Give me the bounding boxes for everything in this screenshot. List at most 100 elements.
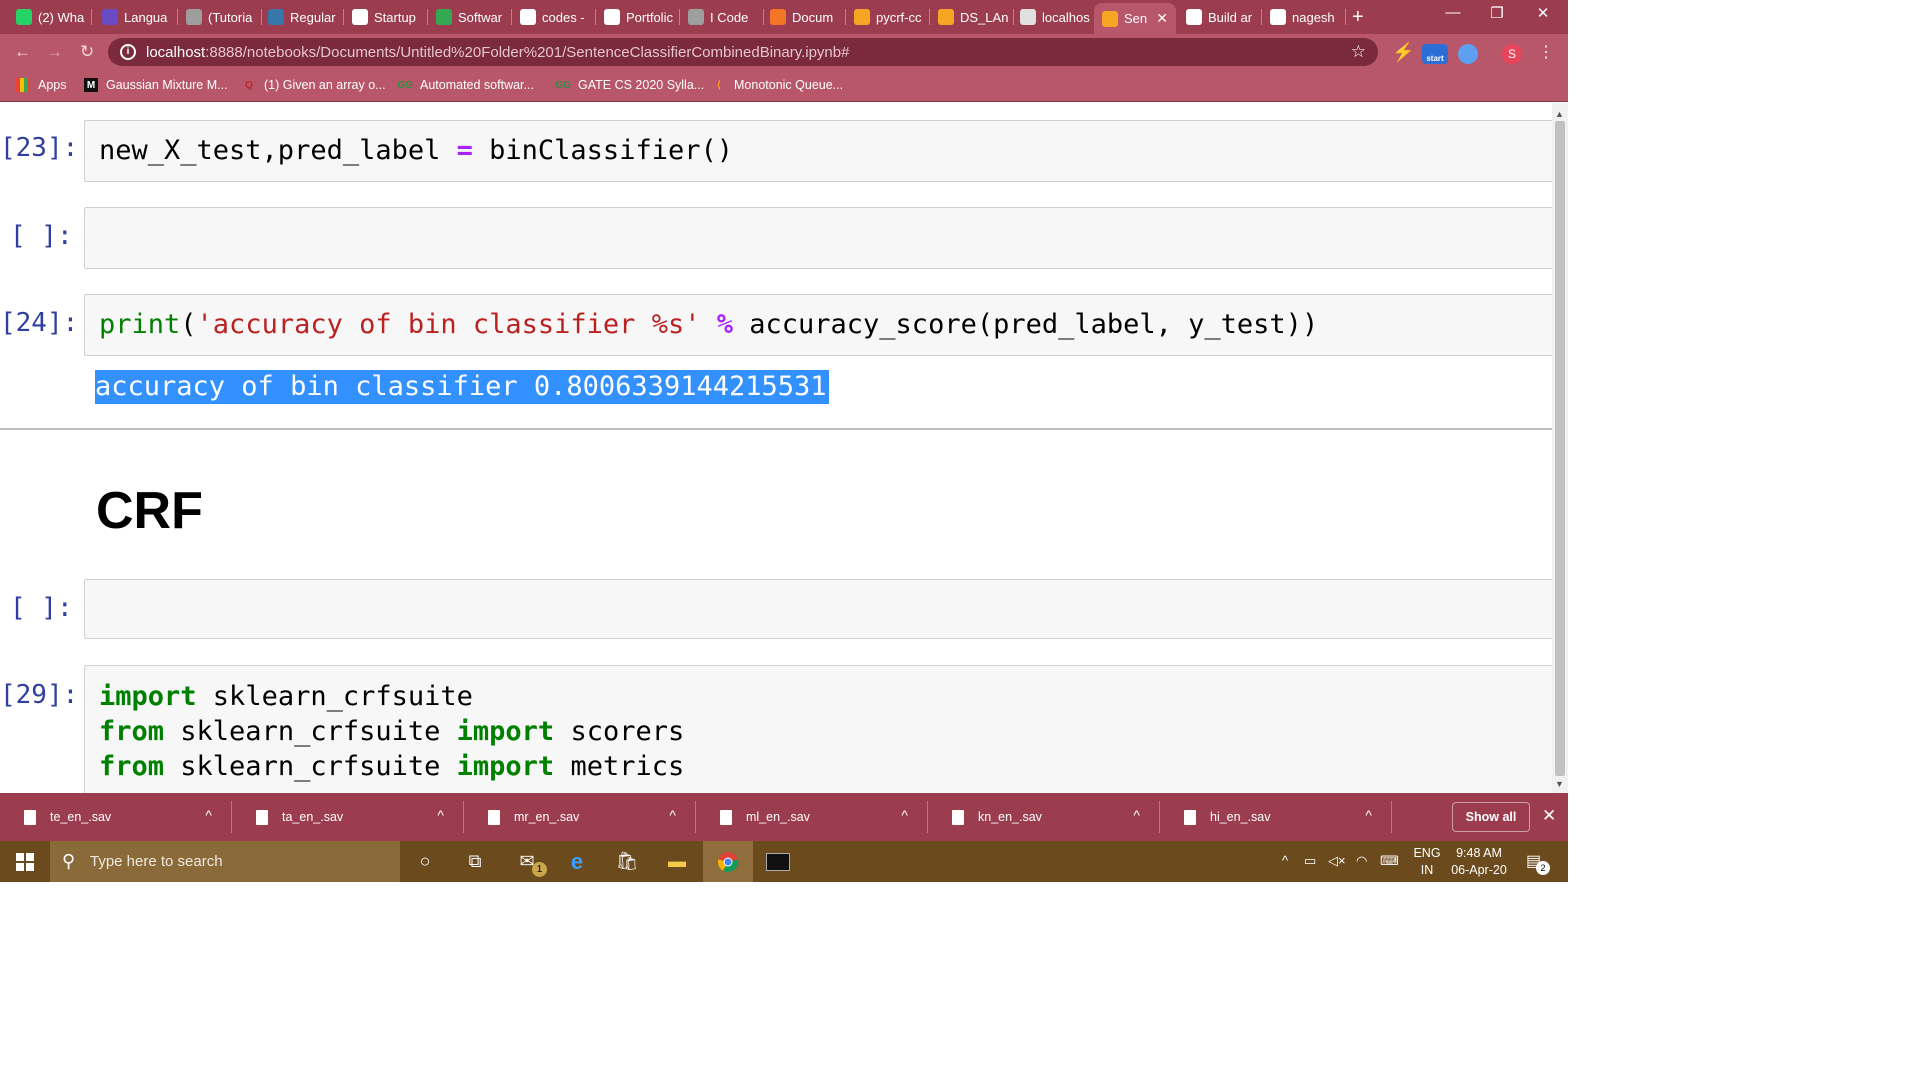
browser-tab[interactable]: Portfolic	[596, 4, 680, 30]
code-string: 'accuracy of bin classifier %s'	[196, 309, 701, 340]
close-download-bar-icon[interactable]: ✕	[1542, 806, 1556, 826]
browser-tab[interactable]: Langua	[94, 4, 178, 30]
tray-chevron-icon[interactable]: ^	[1282, 853, 1288, 868]
tab-label: I Code	[710, 9, 749, 25]
chevron-up-icon[interactable]: ^	[669, 807, 676, 823]
forward-arrow-icon[interactable]: →	[46, 42, 63, 62]
cell-prompt: [ ]:	[10, 221, 73, 251]
download-item[interactable]: kn_en_.sav ^	[928, 793, 1160, 841]
bookmark-item[interactable]: Apps	[16, 78, 67, 92]
reload-icon[interactable]: ↻	[80, 42, 94, 62]
browser-tab[interactable]: localhos	[1012, 4, 1096, 30]
edge-icon[interactable]: e	[552, 841, 602, 882]
browser-tab[interactable]: Build ar	[1178, 4, 1262, 30]
store-icon[interactable]: 🛍	[602, 841, 652, 882]
notification-center-icon[interactable]: ▤ 2	[1526, 851, 1550, 875]
new-tab-button[interactable]: +	[1352, 6, 1364, 29]
browser-tab[interactable]: Sen ✕	[1094, 3, 1176, 34]
code-cell[interactable]: new_X_test,pred_label = binClassifier()	[84, 120, 1552, 182]
site-info-icon[interactable]: i	[120, 44, 136, 60]
browser-tab[interactable]: codes -	[512, 4, 596, 30]
code-cell-empty[interactable]	[84, 579, 1552, 639]
bookmark-item[interactable]: Q (1) Given an array o...	[242, 78, 385, 92]
restore-button[interactable]: ❐	[1474, 4, 1520, 22]
browser-tab[interactable]: Regular	[260, 4, 344, 30]
file-explorer-icon[interactable]: ▬	[652, 841, 702, 882]
task-view-icon[interactable]: ⧉	[450, 841, 500, 882]
show-all-downloads-button[interactable]: Show all	[1452, 802, 1530, 832]
battery-icon[interactable]: ▭	[1304, 853, 1316, 869]
url-input[interactable]: i localhost:8888/notebooks/Documents/Unt…	[108, 38, 1378, 66]
download-item[interactable]: hi_en_.sav ^	[1160, 793, 1392, 841]
tab-label: pycrf-cc	[876, 9, 922, 25]
chevron-up-icon[interactable]: ^	[1133, 807, 1140, 823]
taskbar-search-input[interactable]: ⚲ Type here to search	[50, 841, 400, 882]
terminal-icon[interactable]	[753, 841, 803, 882]
browser-tab[interactable]: I Code	[680, 4, 764, 30]
cortana-icon[interactable]: ○	[400, 841, 450, 882]
language-indicator[interactable]: ENG IN	[1410, 845, 1444, 879]
chevron-up-icon[interactable]: ^	[205, 807, 212, 823]
download-filename: kn_en_.sav	[978, 810, 1042, 824]
browser-tab[interactable]: Startup	[344, 4, 428, 30]
notebook-icon	[1020, 9, 1036, 25]
wifi-icon[interactable]: ◠	[1356, 853, 1367, 869]
start-button[interactable]	[0, 841, 50, 882]
code-line: new_X_test,pred_label = binClassifier()	[99, 133, 733, 168]
code-cell-empty[interactable]	[84, 207, 1552, 269]
keyboard-icon[interactable]: ⌨	[1380, 853, 1399, 869]
chrome-icon[interactable]	[703, 841, 753, 882]
scrollbar-thumb[interactable]	[1555, 121, 1565, 776]
browser-tab[interactable]: Docum	[762, 4, 846, 30]
bookmark-item[interactable]: M Gaussian Mixture M...	[84, 78, 228, 92]
close-window-button[interactable]: ✕	[1520, 4, 1566, 22]
windows-logo-icon	[16, 852, 34, 871]
scroll-up-arrow-icon[interactable]: ▲	[1555, 109, 1564, 119]
medium-icon: M	[84, 78, 98, 92]
download-item[interactable]: ml_en_.sav ^	[696, 793, 928, 841]
bookmark-item[interactable]: ⟨ Monotonic Queue...	[712, 78, 843, 92]
browser-tab[interactable]: Softwar	[428, 4, 512, 30]
browser-tab[interactable]: nagesh	[1262, 4, 1346, 30]
code-text: new_X_test,pred_label	[99, 135, 457, 166]
browser-tab[interactable]: (2) Wha	[8, 4, 92, 30]
chevron-up-icon[interactable]: ^	[901, 807, 908, 823]
download-item[interactable]: te_en_.sav ^	[0, 793, 232, 841]
menu-kebab-icon[interactable]: ⋮	[1538, 42, 1558, 62]
download-item[interactable]: ta_en_.sav ^	[232, 793, 464, 841]
cell-output[interactable]: accuracy of bin classifier 0.80063391442…	[95, 370, 829, 404]
download-item[interactable]: mr_en_.sav ^	[464, 793, 696, 841]
code-operator: %	[716, 309, 733, 340]
download-filename: te_en_.sav	[50, 810, 112, 824]
mail-icon[interactable]: ✉ 1	[502, 841, 552, 882]
bookmark-label: Gaussian Mixture M...	[106, 78, 228, 92]
tab-label: nagesh	[1292, 9, 1335, 25]
bookmark-item[interactable]: GG Automated softwar...	[397, 78, 534, 92]
code-cell[interactable]: print('accuracy of bin classifier %s' % …	[84, 294, 1552, 356]
back-arrow-icon[interactable]: ←	[14, 42, 31, 62]
close-tab-icon[interactable]: ✕	[1156, 10, 1168, 27]
scroll-down-arrow-icon[interactable]: ▼	[1555, 779, 1564, 789]
apps-grid-icon	[16, 78, 30, 92]
notebook-icon	[854, 9, 870, 25]
python-icon	[268, 9, 284, 25]
vertical-scrollbar[interactable]: ▲ ▼	[1552, 103, 1568, 793]
volume-muted-icon[interactable]: ◁×	[1328, 853, 1346, 869]
browser-tab[interactable]: (Tutoria	[178, 4, 262, 30]
browser-tab[interactable]: pycrf-cc	[846, 4, 930, 30]
browser-tab[interactable]: DS_LAn	[930, 4, 1014, 30]
system-clock[interactable]: 9:48 AM 06-Apr-20	[1444, 845, 1514, 879]
minimize-button[interactable]: —	[1430, 4, 1476, 21]
bookmark-label: Automated softwar...	[420, 78, 534, 92]
code-line: from sklearn_crfsuite import scorers	[99, 716, 685, 747]
extension-bolt-icon[interactable]: ⚡	[1392, 42, 1414, 62]
code-cell[interactable]: import sklearn_crfsuite from sklearn_crf…	[84, 665, 1552, 793]
chevron-up-icon[interactable]: ^	[437, 807, 444, 823]
extension-compass-icon[interactable]	[1458, 44, 1478, 64]
chevron-up-icon[interactable]: ^	[1365, 807, 1372, 823]
profile-avatar[interactable]: S	[1502, 44, 1522, 64]
bookmark-star-icon[interactable]: ☆	[1351, 42, 1366, 62]
extension-start-icon[interactable]: start	[1422, 44, 1448, 64]
bookmark-item[interactable]: GG GATE CS 2020 Sylla...	[555, 78, 704, 92]
windows-taskbar: ⚲ Type here to search ○ ⧉ ✉ 1 e 🛍 ▬ ^ ▭ …	[0, 841, 1568, 882]
